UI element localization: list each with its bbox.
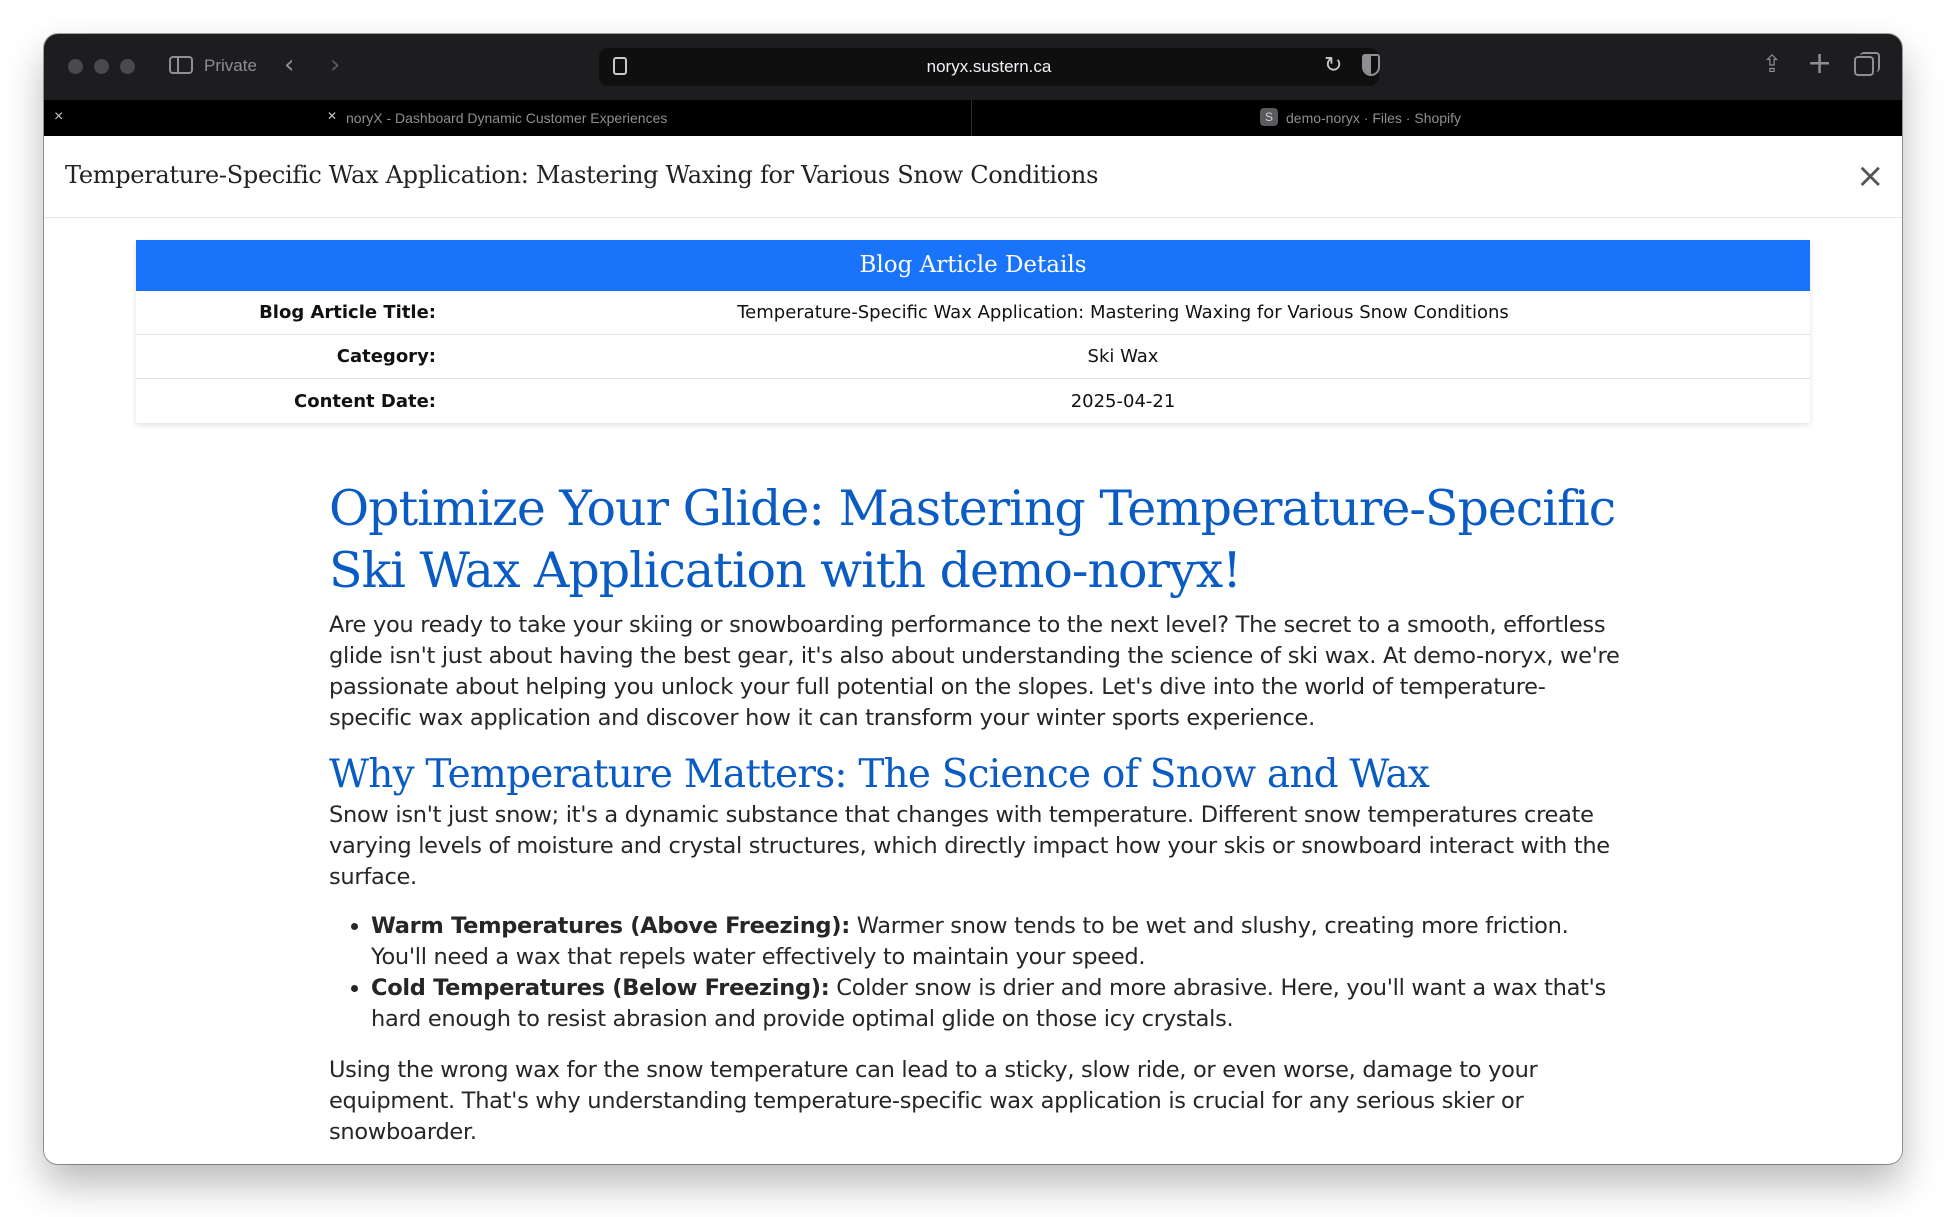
- details-value: Temperature-Specific Wax Application: Ma…: [737, 302, 1509, 323]
- details-row: Category: Ski Wax: [136, 335, 1810, 379]
- section-paragraph: Snow isn't just snow; it's a dynamic sub…: [329, 802, 1610, 890]
- noryx-favicon-icon: ✕: [327, 109, 338, 123]
- shopify-favicon-icon: S: [1260, 108, 1278, 126]
- details-row: Blog Article Title: Temperature-Specific…: [136, 291, 1810, 335]
- closing-paragraph: Using the wrong wax for the snow tempera…: [329, 1057, 1538, 1145]
- tab-overview-icon[interactable]: [1854, 52, 1880, 76]
- list-item-term: Warm Temperatures (Above Freezing):: [371, 913, 850, 939]
- browser-toolbar: Private ‹ › noryx.sustern.ca ↻ ⇪ +: [44, 34, 1902, 100]
- back-chevron-icon[interactable]: ‹: [284, 50, 294, 80]
- browser-window: Private ‹ › noryx.sustern.ca ↻ ⇪ + × ✕ n…: [44, 34, 1902, 1164]
- modal-content[interactable]: Blog Article Details Blog Article Title:…: [44, 218, 1902, 1164]
- reload-icon[interactable]: ↻: [1324, 53, 1342, 78]
- minimize-window-button[interactable]: [94, 59, 109, 74]
- private-label: Private: [204, 56, 257, 75]
- forward-chevron-icon[interactable]: ›: [330, 50, 340, 80]
- privacy-shield-icon[interactable]: [1362, 54, 1380, 76]
- section-heading: Why Temperature Matters: The Science of …: [329, 752, 1430, 797]
- article-details-table: Blog Article Details Blog Article Title:…: [136, 240, 1810, 423]
- article-heading: Optimize Your Glide: Mastering Temperatu…: [329, 480, 1616, 599]
- details-value: Ski Wax: [1087, 346, 1159, 367]
- modal-header: Temperature-Specific Wax Application: Ma…: [44, 136, 1902, 218]
- details-value: 2025-04-21: [1070, 390, 1176, 412]
- details-label: Category:: [336, 346, 436, 367]
- zoom-window-button[interactable]: [120, 59, 135, 74]
- tab-noryx-dashboard[interactable]: × ✕ noryX - Dashboard Dynamic Customer E…: [44, 100, 972, 136]
- temperature-list: Warm Temperatures (Above Freezing): Warm…: [371, 911, 1624, 1035]
- share-icon[interactable]: ⇪: [1762, 50, 1782, 78]
- address-bar[interactable]: noryx.sustern.ca: [599, 48, 1379, 86]
- intro-paragraph: Are you ready to take your skiing or sno…: [329, 612, 1620, 731]
- details-row: Content Date: 2025-04-21: [136, 379, 1810, 423]
- window-controls: [68, 59, 135, 74]
- close-icon[interactable]: ×: [1856, 156, 1885, 196]
- url-text[interactable]: noryx.sustern.ca: [599, 57, 1379, 77]
- tab-bar: × ✕ noryX - Dashboard Dynamic Customer E…: [44, 100, 1902, 136]
- details-label: Content Date:: [294, 390, 436, 412]
- sidebar-toggle-icon[interactable]: [169, 56, 193, 74]
- list-item-term: Cold Temperatures (Below Freezing):: [371, 975, 830, 1001]
- tab-close-icon[interactable]: ×: [54, 108, 63, 126]
- modal-title: Temperature-Specific Wax Application: Ma…: [65, 161, 1099, 189]
- details-heading: Blog Article Details: [136, 240, 1810, 291]
- new-tab-plus-icon[interactable]: +: [1807, 46, 1832, 81]
- tab-shopify-files[interactable]: S demo-noryx · Files · Shopify: [972, 100, 1902, 136]
- tab-title: noryX - Dashboard Dynamic Customer Exper…: [346, 110, 668, 126]
- tab-title: demo-noryx · Files · Shopify: [1286, 110, 1462, 126]
- list-item: Warm Temperatures (Above Freezing): Warm…: [371, 911, 1624, 973]
- close-window-button[interactable]: [68, 59, 83, 74]
- details-label: Blog Article Title:: [259, 302, 436, 323]
- list-item: Cold Temperatures (Below Freezing): Cold…: [371, 973, 1624, 1035]
- article-body: Optimize Your Glide: Mastering Temperatu…: [329, 478, 1624, 1148]
